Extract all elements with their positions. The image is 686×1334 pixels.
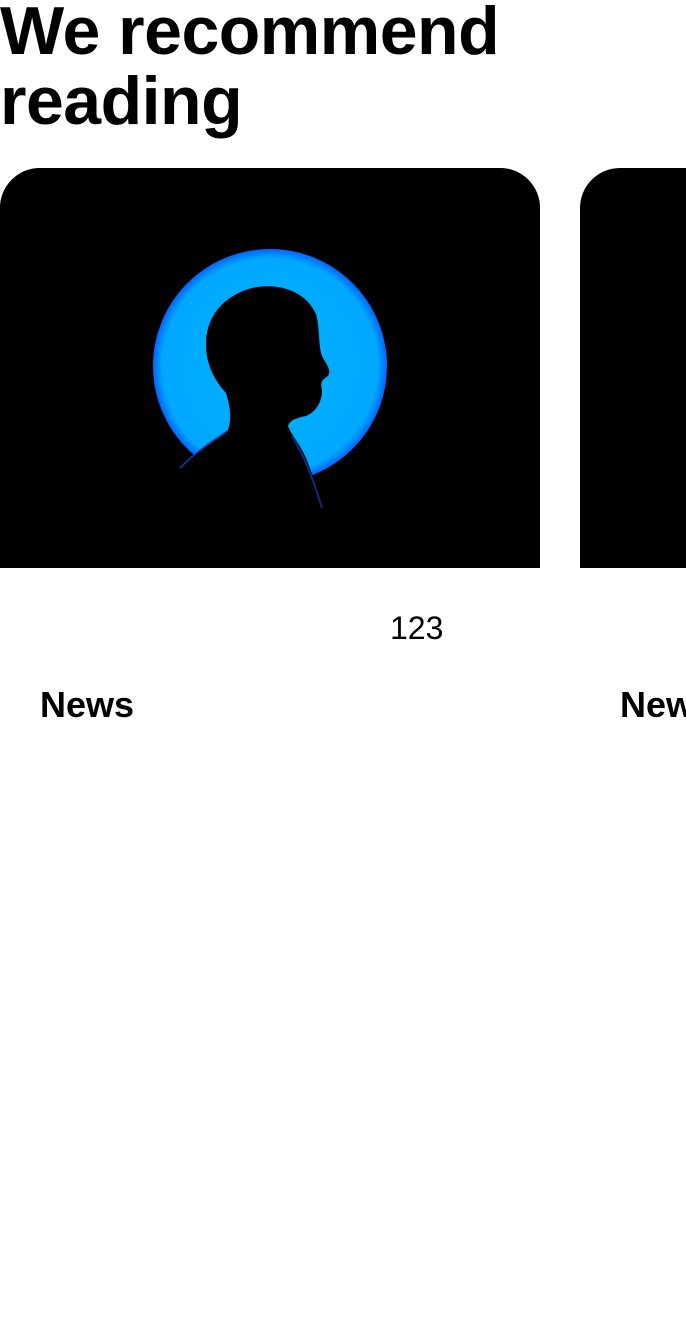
article-category[interactable]: News	[40, 683, 134, 727]
silhouette-portrait-image	[0, 168, 540, 568]
article-card[interactable]: News	[580, 168, 686, 768]
article-image[interactable]	[0, 168, 540, 568]
article-image[interactable]	[580, 168, 686, 568]
article-count: 123	[390, 610, 444, 646]
article-category[interactable]: News	[620, 683, 686, 727]
article-card[interactable]: 123 News	[0, 168, 540, 768]
article-carousel[interactable]: 123 News News	[0, 168, 686, 768]
section-title: We recommend reading	[0, 0, 500, 139]
recommendations-page: We recommend reading 123 News New	[0, 0, 686, 1334]
